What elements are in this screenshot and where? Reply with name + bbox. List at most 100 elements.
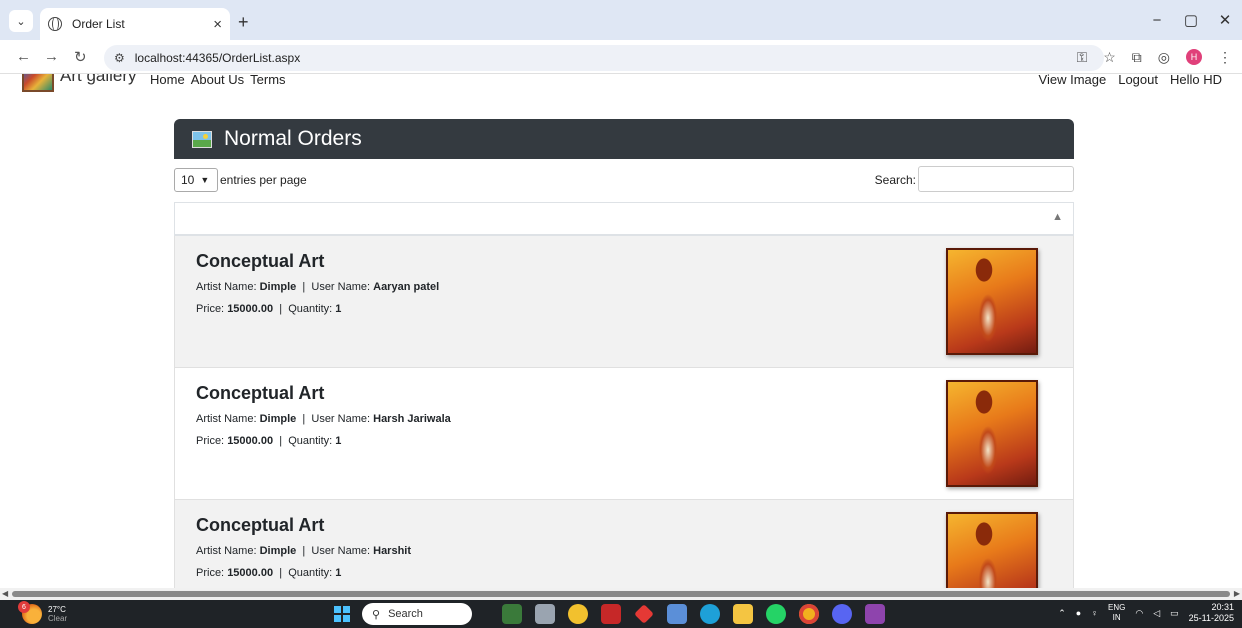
page-title: Normal Orders (224, 127, 362, 150)
weather-badge: 6 (18, 601, 30, 613)
quantity-label: Quantity: (288, 435, 333, 447)
minimize-button[interactable]: − (1140, 12, 1174, 29)
nav-right-links: View Image Logout Hello HD (1039, 74, 1222, 87)
price-value: 15000.00 (227, 435, 274, 447)
price-label: Price: (196, 435, 225, 447)
logout-link[interactable]: Logout (1118, 74, 1158, 87)
language-indicator[interactable]: ENG IN (1108, 603, 1125, 623)
forward-arrow-icon[interactable]: → (44, 48, 59, 65)
wifi-icon[interactable]: ◠ (1135, 608, 1143, 619)
scrollbar-thumb[interactable] (12, 591, 1230, 597)
toolbar-right: ⚿ ☆ ⧉ ◎ H ⋮ (1077, 40, 1242, 74)
tab-close-icon[interactable]: × (213, 16, 222, 33)
user-name: Aaryan patel (373, 281, 440, 293)
edge-icon[interactable] (700, 604, 720, 624)
artwork-thumbnail[interactable] (946, 248, 1038, 355)
app-tray-icon[interactable]: ● (1076, 608, 1081, 618)
app-icon[interactable] (568, 604, 588, 624)
horizontal-scrollbar[interactable]: ◀ ▶ (0, 588, 1242, 600)
nav-terms-link[interactable]: Terms (250, 74, 285, 87)
reload-icon[interactable]: ↻ (74, 48, 87, 66)
task-view-icon[interactable] (535, 604, 555, 624)
widgets-app-icon[interactable] (502, 604, 522, 624)
discord-icon[interactable] (832, 604, 852, 624)
order-price-line: Price: 15000.00 | Quantity: 1 (196, 303, 341, 315)
new-tab-button[interactable]: + (238, 12, 249, 33)
separator: | (302, 545, 306, 557)
table-row: Conceptual Art Artist Name: Dimple | Use… (174, 500, 1074, 588)
visual-studio-icon[interactable] (865, 604, 885, 624)
temperature: 27°C (48, 605, 66, 614)
weather-sun-icon: 6 (18, 601, 42, 624)
profile-avatar-icon[interactable]: H (1186, 49, 1202, 65)
chevron-up-icon[interactable]: ⌃ (1058, 608, 1066, 619)
artwork-thumbnail[interactable] (946, 380, 1038, 487)
separator: | (302, 281, 306, 293)
bookmark-star-icon[interactable]: ☆ (1103, 49, 1116, 66)
artist-label: Artist Name: (196, 413, 257, 425)
weather-widget[interactable]: 6 27°C Clear (18, 601, 67, 624)
chevron-down-icon: ▼ (200, 175, 210, 185)
microphone-icon[interactable]: ♀ (1091, 608, 1098, 618)
language-code: ENG (1107, 603, 1126, 612)
taskbar-search[interactable]: ⚲ Search (362, 603, 472, 625)
start-windows-icon[interactable] (334, 606, 350, 622)
weather-text: 27°C Clear (48, 605, 67, 623)
page-size-select[interactable]: 10 ▼ (174, 168, 218, 192)
separator: | (302, 413, 306, 425)
extensions-icon[interactable]: ⧉ (1132, 49, 1142, 66)
view-image-link[interactable]: View Image (1039, 74, 1107, 87)
page-size-value: 10 (181, 173, 195, 187)
browser-tab[interactable]: Order List × (40, 8, 230, 40)
site-settings-icon[interactable]: ⚙ (114, 51, 125, 65)
search-label: Search: (874, 173, 916, 187)
separator: | (279, 567, 283, 579)
file-explorer-icon[interactable] (733, 604, 753, 624)
scroll-right-icon[interactable]: ▶ (1234, 589, 1240, 598)
password-key-icon[interactable]: ⚿ (1077, 49, 1088, 66)
separator: | (279, 435, 283, 447)
store-icon[interactable] (667, 604, 687, 624)
quantity-value: 1 (335, 567, 342, 579)
order-artist-user-line: Artist Name: Dimple | User Name: Harsh J… (196, 413, 451, 425)
copilot-icon[interactable]: ◎ (1158, 49, 1170, 66)
table-header: ▲ (174, 202, 1074, 236)
nav-home-link[interactable]: Home (150, 74, 185, 87)
volume-icon[interactable]: ◁ (1153, 608, 1160, 619)
app-icon[interactable] (634, 604, 654, 624)
tab-search-chevron-icon[interactable]: ⌄ (9, 10, 33, 32)
window-controls: − ▢ ✕ (1140, 0, 1242, 40)
back-arrow-icon[interactable]: ← (16, 48, 31, 65)
url-text: localhost:44365/OrderList.aspx (134, 51, 301, 65)
url-input[interactable]: ⚙ localhost:44365/OrderList.aspx (104, 45, 1104, 71)
sort-ascending-icon[interactable]: ▲ (1052, 211, 1063, 223)
close-window-button[interactable]: ✕ (1208, 11, 1242, 29)
user-greeting[interactable]: Hello HD (1170, 74, 1222, 87)
artist-label: Artist Name: (196, 281, 257, 293)
artist-name: Dimple (259, 281, 297, 293)
system-tray: ⌃ ● ♀ ENG IN ◠ ◁ ▭ 20:31 25-11-2025 (1058, 602, 1234, 624)
art-gallery-logo[interactable] (22, 74, 54, 92)
restore-button[interactable]: ▢ (1174, 11, 1208, 29)
search-input[interactable] (918, 166, 1074, 192)
artwork-thumbnail[interactable] (946, 512, 1038, 588)
chrome-icon[interactable] (799, 604, 819, 624)
order-title: Conceptual Art (196, 251, 325, 271)
price-value: 15000.00 (227, 567, 274, 579)
entries-label: entries per page (220, 173, 307, 187)
battery-icon[interactable]: ▭ (1170, 608, 1179, 619)
picture-icon (192, 130, 212, 148)
clock[interactable]: 20:31 25-11-2025 (1189, 602, 1234, 624)
table-controls: 10 ▼ entries per page Search: (174, 166, 1074, 194)
order-artist-user-line: Artist Name: Dimple | User Name: Aaryan … (196, 281, 439, 293)
brand-name[interactable]: Art gallery (60, 74, 137, 86)
whatsapp-icon[interactable] (766, 604, 786, 624)
nav-about-link[interactable]: About Us (191, 74, 244, 87)
price-value: 15000.00 (227, 303, 274, 315)
more-menu-icon[interactable]: ⋮ (1218, 49, 1232, 66)
scroll-left-icon[interactable]: ◀ (2, 589, 8, 598)
taskbar: 6 27°C Clear ⚲ Search ⌃ ● ♀ ENG IN ◠ ◁ ▭… (0, 600, 1242, 628)
search-icon: ⚲ (372, 608, 381, 621)
user-label: User Name: (311, 413, 371, 425)
mcafee-icon[interactable] (601, 604, 621, 624)
